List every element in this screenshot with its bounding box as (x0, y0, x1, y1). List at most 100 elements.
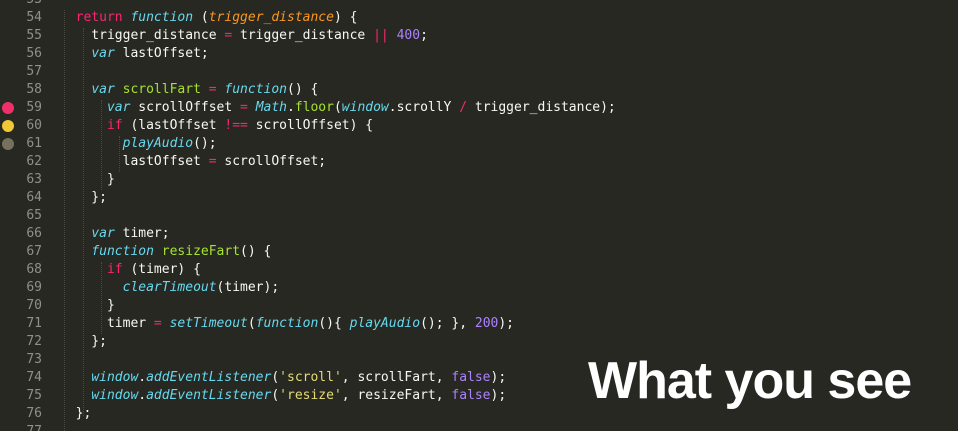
code-line[interactable]: var scrollOffset = Math.floor(window.scr… (60, 99, 616, 117)
overlay-caption: What you see (588, 352, 912, 410)
line-number: 62 (26, 154, 42, 169)
code-token: ; (420, 28, 428, 43)
code-token: ( (193, 10, 209, 25)
code-token: function (130, 10, 194, 25)
code-token: 'resize' (279, 388, 342, 403)
code-token: trigger_distance (208, 10, 334, 25)
line-number: 63 (26, 172, 42, 187)
code-editor[interactable]: 5354555657585960616263646566676869707172… (0, 0, 958, 431)
lint-marker-icon[interactable] (2, 120, 14, 132)
code-line[interactable]: timer = setTimeout(function(){ playAudio… (60, 315, 514, 333)
code-token: ( (271, 388, 280, 403)
code-token: function (224, 82, 288, 97)
code-token: !== (224, 118, 248, 133)
code-line[interactable]: return function (trigger_distance) { (60, 9, 358, 27)
code-token: ); (498, 316, 515, 331)
code-token: var (106, 100, 131, 115)
line-number: 56 (26, 46, 42, 61)
code-line[interactable]: if (lastOffset !== scrollOffset) { (60, 117, 373, 135)
line-number: 67 (26, 244, 42, 259)
code-token: if (106, 118, 123, 133)
code-token: resizeFart (161, 244, 241, 259)
code-token: setTimeout (169, 316, 248, 331)
code-token: } (60, 298, 115, 313)
code-token: / (459, 100, 468, 115)
line-number: 53 (0, 0, 42, 9)
code-token: scrollOffset; (216, 154, 327, 169)
code-token: = (240, 100, 248, 115)
code-token: false (451, 388, 491, 403)
line-number: 55 (26, 28, 42, 43)
code-line[interactable]: clearTimeout(timer); (60, 279, 280, 297)
line-number: 66 (26, 226, 42, 241)
code-line[interactable]: function resizeFart() { (60, 243, 271, 261)
line-number: 74 (26, 370, 42, 385)
code-token: (){ (318, 316, 350, 331)
line-number: 65 (26, 208, 42, 223)
code-line[interactable]: } (60, 171, 115, 189)
code-token: scrollFart (122, 82, 201, 97)
code-token: timer; (114, 226, 170, 241)
line-number: 68 (26, 262, 42, 277)
code-line[interactable]: trigger_distance = trigger_distance || 4… (60, 27, 428, 45)
code-token: function (91, 244, 154, 259)
code-token: || (373, 28, 389, 43)
indent-guide (64, 10, 66, 431)
code-line[interactable]: var scrollFart = function() { (60, 81, 318, 99)
code-token: window (91, 370, 139, 385)
code-line[interactable]: }; (60, 405, 92, 423)
code-line[interactable]: lastOffset = scrollOffset; (60, 153, 327, 171)
code-token: ( (333, 100, 342, 115)
code-token: ); (490, 370, 507, 385)
code-token: = (208, 82, 217, 97)
code-token: 400 (396, 28, 421, 43)
code-token: () { (240, 244, 272, 259)
code-token: .scrollY (388, 100, 460, 115)
code-token: ( (271, 370, 280, 385)
code-token: window (341, 100, 389, 115)
code-line[interactable]: window.addEventListener('resize', resize… (60, 387, 506, 405)
line-number: 69 (26, 280, 42, 295)
code-token: floor (294, 100, 334, 115)
code-token: 200 (474, 316, 499, 331)
code-line[interactable]: var lastOffset; (60, 45, 209, 63)
code-token: = (208, 154, 217, 169)
code-token: (timer) { (122, 262, 201, 277)
code-token: lastOffset (60, 154, 209, 169)
code-token: = (153, 316, 162, 331)
code-token: lastOffset; (114, 46, 209, 61)
lint-marker-icon[interactable] (2, 138, 14, 150)
code-line[interactable]: playAudio(); (60, 135, 217, 153)
code-line[interactable]: } (60, 297, 115, 315)
code-token: window (91, 388, 139, 403)
code-token: ); (490, 388, 507, 403)
code-line[interactable]: }; (60, 189, 107, 207)
code-token: trigger_distance (60, 28, 225, 43)
code-line[interactable]: window.addEventListener('scroll', scroll… (60, 369, 506, 387)
line-number: 54 (26, 10, 42, 25)
code-token: playAudio (122, 136, 194, 151)
code-token: . (287, 100, 295, 115)
line-number: 57 (26, 64, 42, 79)
code-line[interactable]: if (timer) { (60, 261, 201, 279)
code-line[interactable]: var timer; (60, 225, 170, 243)
lint-marker-icon[interactable] (2, 102, 14, 114)
line-number-gutter: 5354555657585960616263646566676869707172… (0, 0, 60, 431)
line-number: 64 (26, 190, 42, 205)
code-token: Math (255, 100, 287, 115)
code-token: }; (60, 406, 92, 421)
line-number: 72 (26, 334, 42, 349)
code-line[interactable]: }; (60, 333, 107, 351)
code-token: , resizeFart, (341, 388, 452, 403)
